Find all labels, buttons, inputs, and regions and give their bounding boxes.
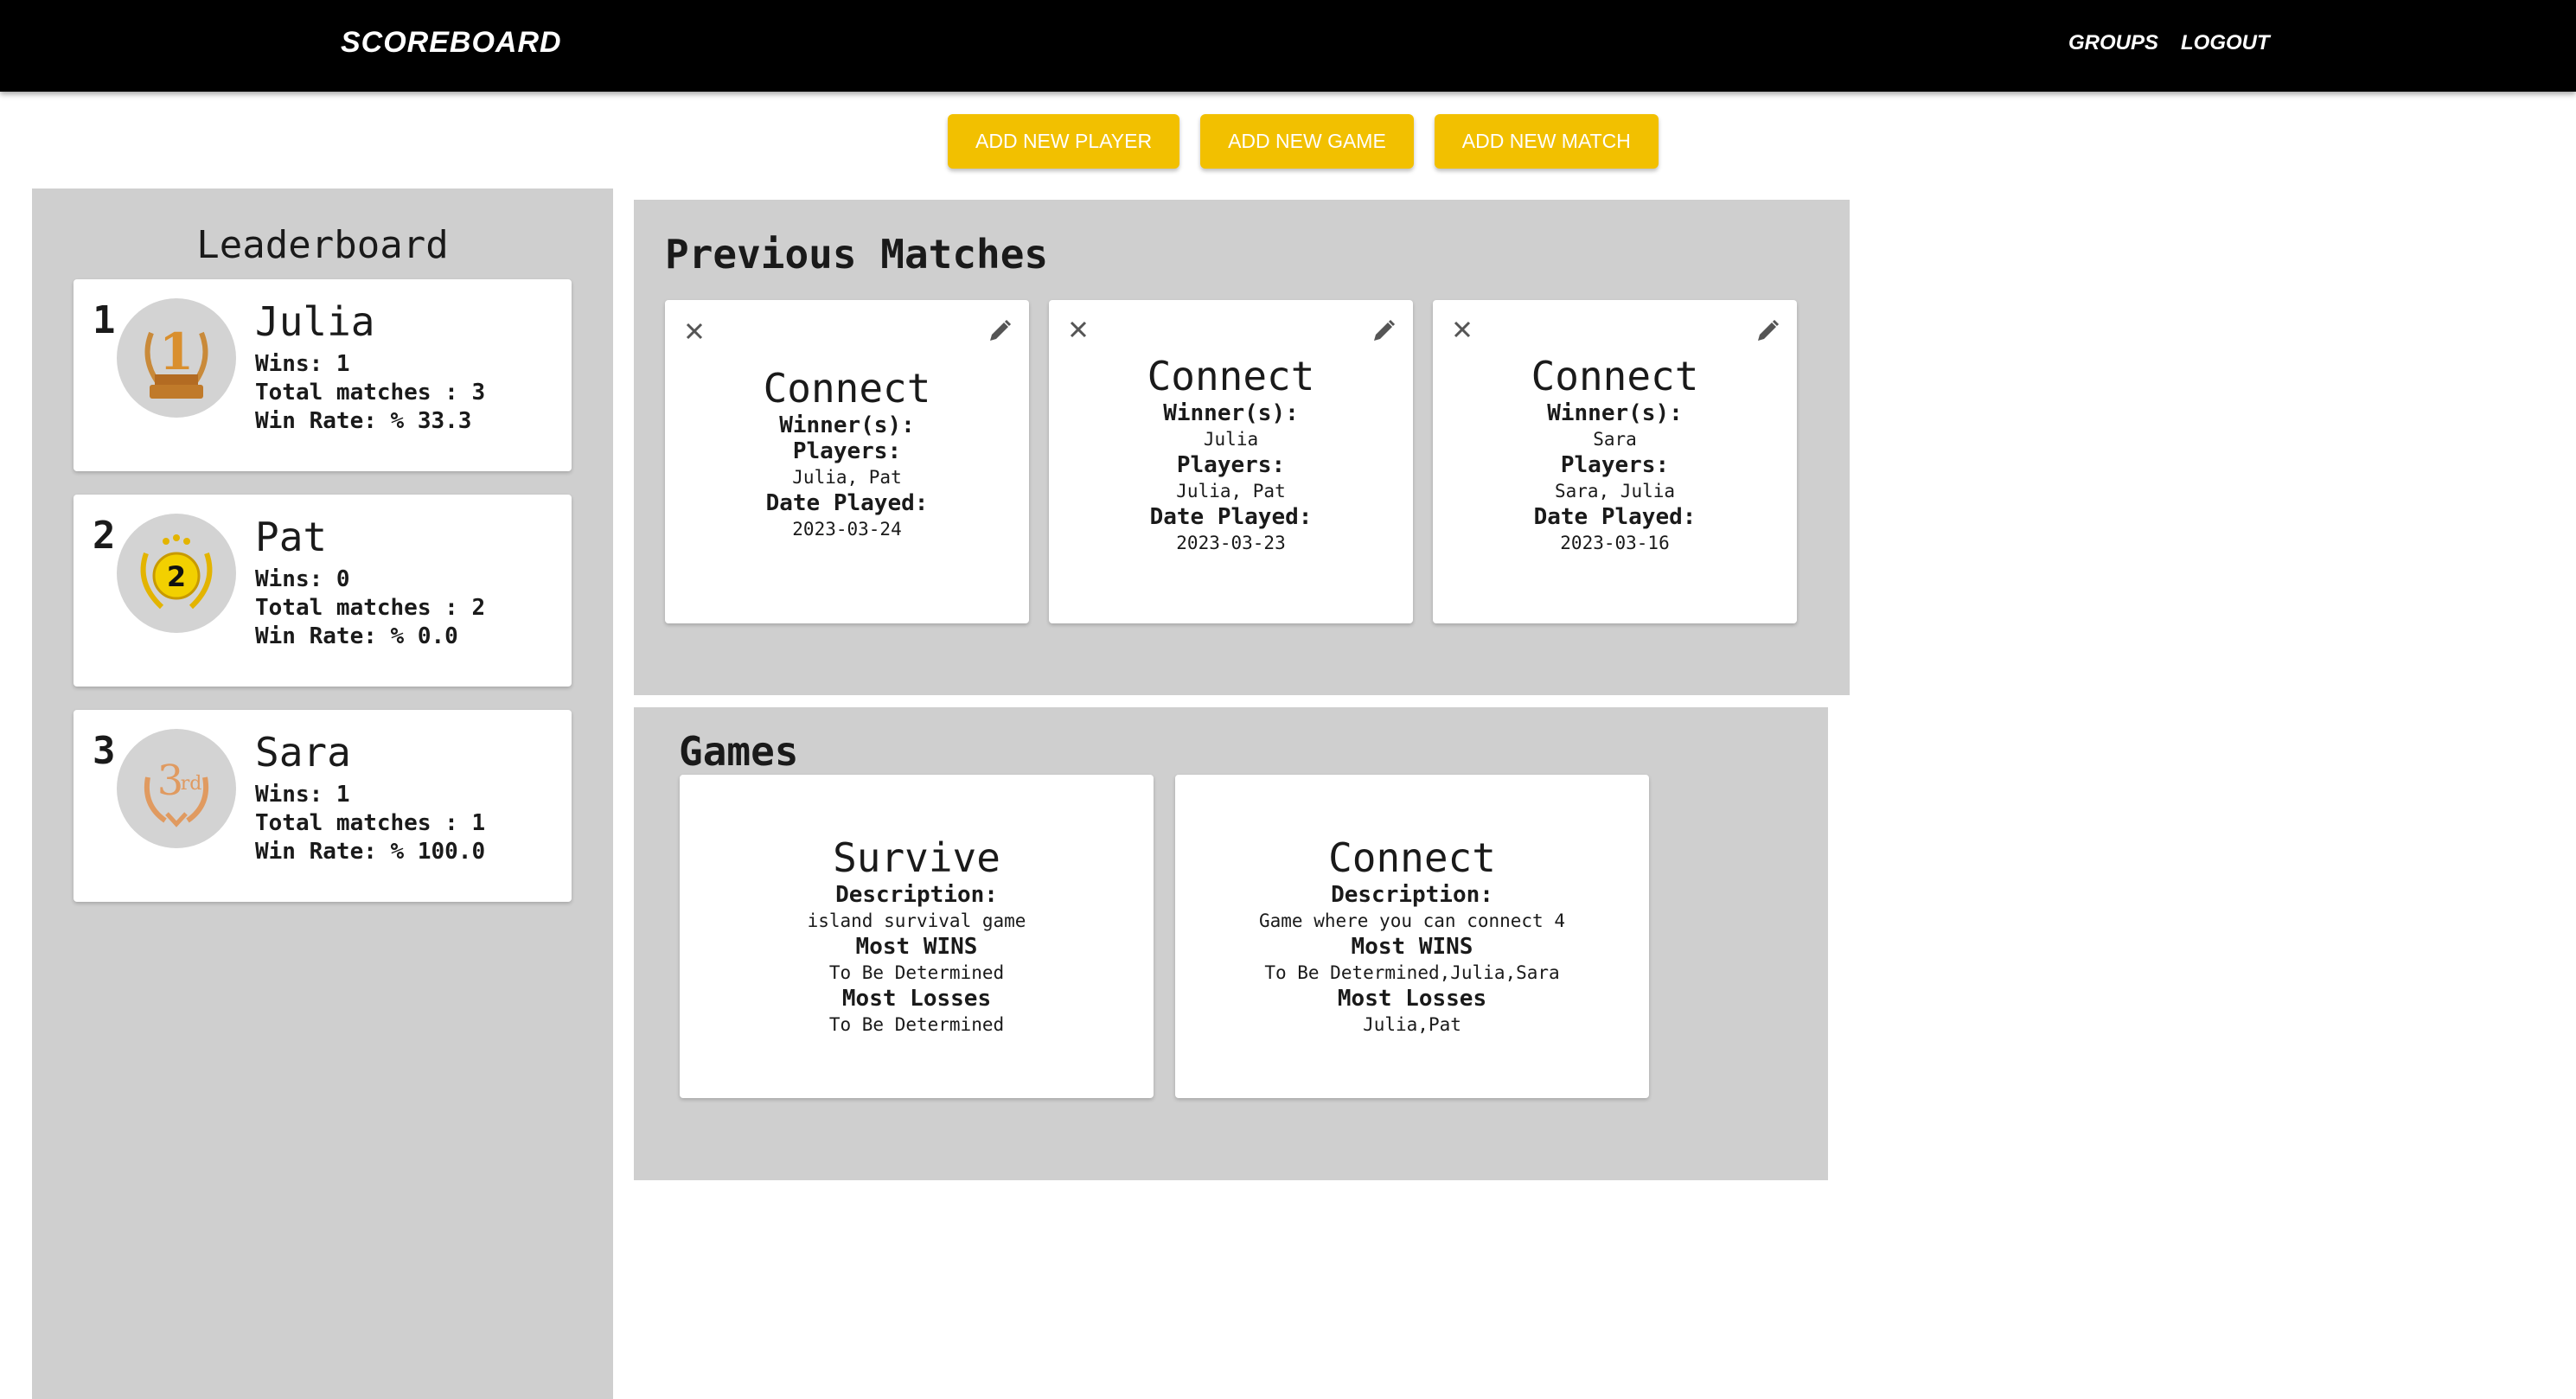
winners-label: Winner(s): — [1163, 400, 1299, 426]
player-total-matches: Total matches : 3 — [255, 380, 486, 406]
games-title: Games — [679, 728, 799, 775]
game-card[interactable]: Connect Description: Game where you can … — [1175, 775, 1649, 1098]
match-card: Connect Winner(s): Julia Players: Julia,… — [1049, 300, 1413, 623]
most-losses-label: Most Losses — [1337, 986, 1487, 1012]
player-stats: Wins: 1 Total matches : 1 Win Rate: % 10… — [255, 781, 485, 866]
previous-matches-panel: Previous Matches Connect Winner(s): Play… — [634, 200, 1850, 695]
close-icon[interactable] — [1061, 314, 1096, 348]
player-wins: Wins: 0 — [255, 566, 350, 592]
most-wins-label: Most WINS — [1351, 934, 1473, 960]
description-label: Description: — [1331, 882, 1493, 908]
games-panel: Games Survive Description: island surviv… — [634, 707, 1828, 1180]
match-date: 2023-03-24 — [792, 519, 902, 540]
leaderboard-panel: Leaderboard 1 1 Julia Wins: 1 Total matc… — [32, 188, 613, 1399]
game-most-wins: To Be Determined,Julia,Sara — [1264, 962, 1560, 983]
nav-links: GROUPS LOGOUT — [2068, 31, 2270, 55]
game-details: Survive Description: island survival gam… — [680, 834, 1154, 1038]
player-wins: Wins: 1 — [255, 351, 350, 377]
player-stats: Wins: 0 Total matches : 2 Win Rate: % 0.… — [255, 565, 485, 651]
match-card: Connect Winner(s): Players: Julia, Pat D… — [665, 300, 1029, 623]
game-name: Survive — [833, 834, 1000, 881]
silver-laurel-medal-icon: 2 — [117, 514, 236, 633]
players-label: Players: — [1176, 452, 1286, 478]
action-buttons: ADD NEW PLAYER ADD NEW GAME ADD NEW MATC… — [948, 114, 1659, 169]
edit-pencil-icon[interactable] — [1750, 314, 1785, 348]
svg-text:1: 1 — [159, 323, 194, 381]
player-rank: 1 — [93, 298, 116, 342]
match-game-name: Connect — [1531, 353, 1699, 399]
most-wins-label: Most WINS — [855, 934, 978, 960]
match-details: Connect Winner(s): Sara Players: Sara, J… — [1433, 352, 1797, 556]
add-new-player-button[interactable]: ADD NEW PLAYER — [948, 114, 1180, 169]
close-icon[interactable] — [1445, 314, 1480, 348]
player-name: Sara — [255, 729, 351, 776]
add-new-match-button[interactable]: ADD NEW MATCH — [1434, 114, 1659, 169]
match-card: Connect Winner(s): Sara Players: Sara, J… — [1433, 300, 1797, 623]
player-stats: Wins: 1 Total matches : 3 Win Rate: % 33… — [255, 350, 485, 436]
date-played-label: Date Played: — [765, 490, 929, 516]
match-date: 2023-03-23 — [1176, 533, 1286, 553]
date-played-label: Date Played: — [1149, 504, 1313, 530]
game-most-losses: To Be Determined — [828, 1014, 1005, 1035]
edit-pencil-icon[interactable] — [1366, 314, 1401, 348]
svg-text:rd: rd — [181, 773, 202, 795]
add-new-game-button[interactable]: ADD NEW GAME — [1200, 114, 1414, 169]
nav-logout-link[interactable]: LOGOUT — [2181, 31, 2270, 55]
player-name: Julia — [255, 298, 375, 345]
player-total-matches: Total matches : 2 — [255, 595, 486, 621]
game-description: island survival game — [807, 910, 1026, 931]
leaderboard-title: Leaderboard — [196, 223, 449, 267]
top-nav-bar: SCOREBOARD GROUPS LOGOUT — [0, 0, 2576, 92]
game-details: Connect Description: Game where you can … — [1175, 834, 1649, 1038]
player-win-rate: Win Rate: % 33.3 — [255, 408, 472, 434]
game-most-wins: To Be Determined — [828, 962, 1005, 983]
players-label: Players: — [1560, 452, 1670, 478]
game-card[interactable]: Survive Description: island survival gam… — [680, 775, 1154, 1098]
player-win-rate: Win Rate: % 0.0 — [255, 623, 458, 649]
gold-trophy-medal-icon: 1 — [117, 298, 236, 418]
player-total-matches: Total matches : 1 — [255, 810, 486, 836]
close-icon[interactable] — [677, 314, 712, 348]
match-details: Connect Winner(s): Julia Players: Julia,… — [1049, 352, 1413, 556]
winners-label: Winner(s): — [1547, 400, 1683, 426]
match-winners: Julia — [1203, 429, 1259, 450]
match-winners: Sara — [1593, 429, 1637, 450]
nav-groups-link[interactable]: GROUPS — [2068, 31, 2158, 55]
player-win-rate: Win Rate: % 100.0 — [255, 839, 486, 865]
brand-logo[interactable]: SCOREBOARD — [341, 26, 562, 60]
date-played-label: Date Played: — [1533, 504, 1697, 530]
game-name: Connect — [1328, 834, 1496, 881]
match-players: Julia, Pat — [792, 467, 902, 488]
match-game-name: Connect — [763, 365, 931, 412]
match-players: Sara, Julia — [1554, 481, 1676, 501]
player-wins: Wins: 1 — [255, 782, 350, 808]
player-card: 3 3 rd Sara Wins: 1 Total matches : 1 Wi… — [74, 710, 572, 902]
svg-text:3: 3 — [157, 757, 184, 805]
game-description: Game where you can connect 4 — [1258, 910, 1565, 931]
svg-text:2: 2 — [167, 560, 186, 593]
game-most-losses: Julia,Pat — [1363, 1014, 1461, 1035]
player-name: Pat — [255, 514, 328, 560]
previous-matches-title: Previous Matches — [665, 231, 1049, 278]
match-players: Julia, Pat — [1176, 481, 1286, 501]
edit-pencil-icon[interactable] — [982, 314, 1017, 348]
match-game-name: Connect — [1147, 353, 1315, 399]
description-label: Description: — [835, 882, 998, 908]
player-card: 2 2 Pat Wins: 0 Total matches : 2 Win Ra… — [74, 495, 572, 687]
match-date: 2023-03-16 — [1560, 533, 1670, 553]
player-rank: 2 — [93, 514, 116, 558]
bronze-laurel-medal-icon: 3 rd — [117, 729, 236, 848]
player-card: 1 1 Julia Wins: 1 Total matches : 3 Win … — [74, 279, 572, 471]
player-rank: 3 — [93, 729, 116, 773]
players-label: Players: — [792, 438, 902, 464]
winners-label: Winner(s): — [779, 412, 915, 438]
match-details: Connect Winner(s): Players: Julia, Pat D… — [665, 364, 1029, 542]
most-losses-label: Most Losses — [841, 986, 992, 1012]
